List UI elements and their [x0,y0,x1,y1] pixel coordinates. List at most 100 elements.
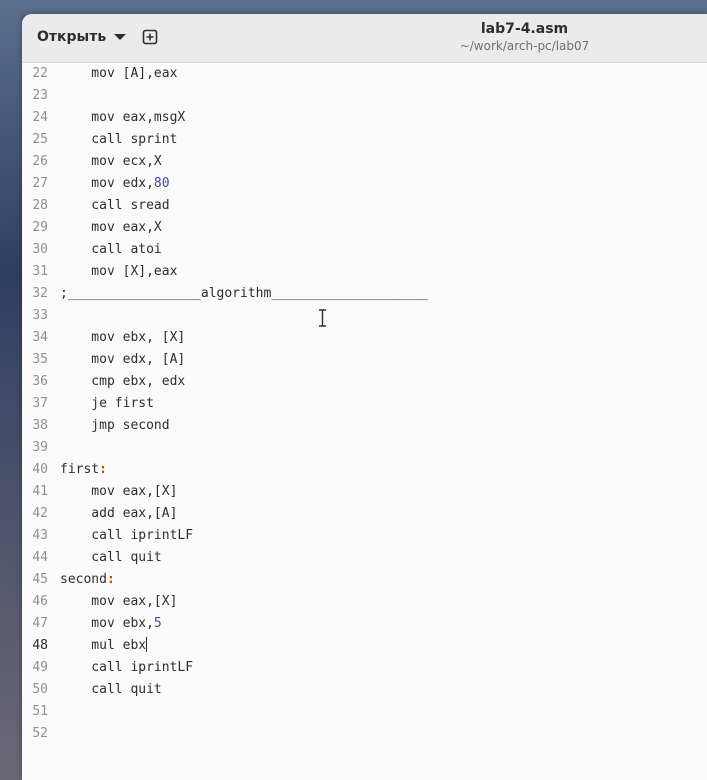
line-text[interactable]: call quit [60,547,162,569]
line-number: 40 [32,462,48,477]
line-text[interactable]: mov edx,80 [60,173,169,195]
code-line[interactable]: 51 [22,701,707,723]
code-line[interactable]: 30 call atoi [22,239,707,261]
code-line[interactable]: 48 mul ebx [22,635,707,657]
line-text[interactable]: mov eax,msgX [60,107,185,129]
line-number: 29 [32,220,48,235]
code-text: call iprintLF [60,528,194,543]
code-line[interactable]: 36 cmp ebx, edx [22,371,707,393]
line-number: 22 [32,66,48,81]
code-line[interactable]: 45 second: [22,569,707,591]
line-text[interactable]: call sread [60,195,169,217]
line-number: 33 [32,308,48,323]
code-line[interactable]: 47 mov ebx,5 [22,613,707,635]
code-editor[interactable]: 22 mov [A],eax 23 24 mov eax,msgX 25 call s… [22,63,707,780]
line-text[interactable]: mov [A],eax [60,63,177,85]
line-number: 43 [32,528,48,543]
line-text[interactable]: mov ebx,5 [60,613,161,635]
line-text[interactable]: call iprintLF [60,657,193,679]
line-number: 49 [32,660,48,675]
line-text[interactable]: mul ebx [60,635,148,657]
code-text: call sprint [60,132,178,147]
code-line[interactable]: 38 jmp second [22,415,707,437]
code-line[interactable]: 40 first: [22,459,707,481]
line-number: 38 [32,418,48,433]
line-text[interactable]: second: [60,569,115,591]
line-text[interactable]: je first [60,393,154,415]
line-text[interactable]: mov ecx,X [60,151,162,173]
code-line[interactable]: 35 mov edx, [A] [22,349,707,371]
code-text: mov [A],eax [60,66,178,81]
line-text[interactable]: mov ebx, [X] [60,327,185,349]
code-line[interactable]: 29 mov eax,X [22,217,707,239]
text-editor-window: Открыть lab7-4.asm ~/work/arch-pc/lab07 … [22,14,707,780]
line-text[interactable]: call atoi [60,239,161,261]
code-text: mov ebx, [60,616,154,631]
line-number: 50 [32,682,48,697]
line-number: 34 [32,330,48,345]
code-text: mov [X],eax [60,264,178,279]
code-line[interactable]: 43 call iprintLF [22,525,707,547]
line-number: 52 [32,726,48,741]
open-button[interactable]: Открыть [30,23,133,51]
line-number: 28 [32,198,48,213]
code-text: second [60,572,107,587]
label-colon: : [106,572,115,587]
code-line[interactable]: 27 mov edx,80 [22,173,707,195]
code-line[interactable]: 25 call sprint [22,129,707,151]
line-number: 24 [32,110,48,125]
chevron-down-icon[interactable] [114,34,127,40]
code-text: mul ebx [60,638,147,653]
code-line[interactable]: 32 ;_________________algorithm___________… [22,283,707,305]
line-text[interactable]: mov eax,[X] [60,481,177,503]
new-tab-button[interactable] [138,25,162,49]
line-text[interactable]: add eax,[A] [60,503,177,525]
code-line[interactable]: 23 [22,85,707,107]
line-text[interactable]: mov edx, [A] [60,349,185,371]
code-line[interactable]: 28 call sread [22,195,707,217]
line-text[interactable]: cmp ebx, edx [60,371,185,393]
code-line[interactable]: 41 mov eax,[X] [22,481,707,503]
code-line[interactable]: 31 mov [X],eax [22,261,707,283]
document-path: ~/work/arch-pc/lab07 [459,39,590,53]
code-line[interactable]: 26 mov ecx,X [22,151,707,173]
line-number: 42 [32,506,48,521]
line-text[interactable]: call iprintLF [60,525,193,547]
line-number: 26 [32,154,48,169]
line-text[interactable]: mov eax,[X] [60,591,177,613]
code-line[interactable]: 37 je first [22,393,707,415]
line-text[interactable]: first: [60,459,107,481]
code-line[interactable]: 24 mov eax,msgX [22,107,707,129]
line-number: 23 [32,88,48,103]
line-number: 39 [32,440,48,455]
code-text: mov eax,[X] [60,594,178,609]
code-line[interactable]: 39 [22,437,707,459]
line-text[interactable]: mov eax,X [60,217,161,239]
code-line[interactable]: 49 call iprintLF [22,657,707,679]
code-text: call quit [60,550,162,565]
code-line[interactable]: 44 call quit [22,547,707,569]
new-document-icon [142,29,158,45]
code-text: mov ecx,X [60,154,162,169]
line-text[interactable]: mov [X],eax [60,261,177,283]
code-text: first [60,462,100,477]
code-line[interactable]: 50 call quit [22,679,707,701]
line-text[interactable]: call quit [60,679,161,701]
code-text: je first [60,396,154,411]
code-text: mov edx, [60,176,154,191]
line-number: 48 [32,638,48,653]
line-text[interactable]: jmp second [60,415,170,437]
code-line[interactable]: 52 [22,723,707,745]
document-title: lab7-4.asm [480,21,569,37]
code-text: jmp second [60,418,170,433]
code-text: mov eax,msgX [60,110,186,125]
code-line[interactable]: 46 mov eax,[X] [22,591,707,613]
code-text: ;_________________algorithm_____________… [60,286,428,301]
code-line[interactable]: 42 add eax,[A] [22,503,707,525]
code-text: mov eax,[X] [60,484,178,499]
line-text[interactable]: ;_________________algorithm_____________… [60,283,428,305]
line-text[interactable]: call sprint [60,129,177,151]
code-line[interactable]: 22 mov [A],eax [22,63,707,85]
code-line[interactable]: 33 [22,305,707,327]
code-line[interactable]: 34 mov ebx, [X] [22,327,707,349]
